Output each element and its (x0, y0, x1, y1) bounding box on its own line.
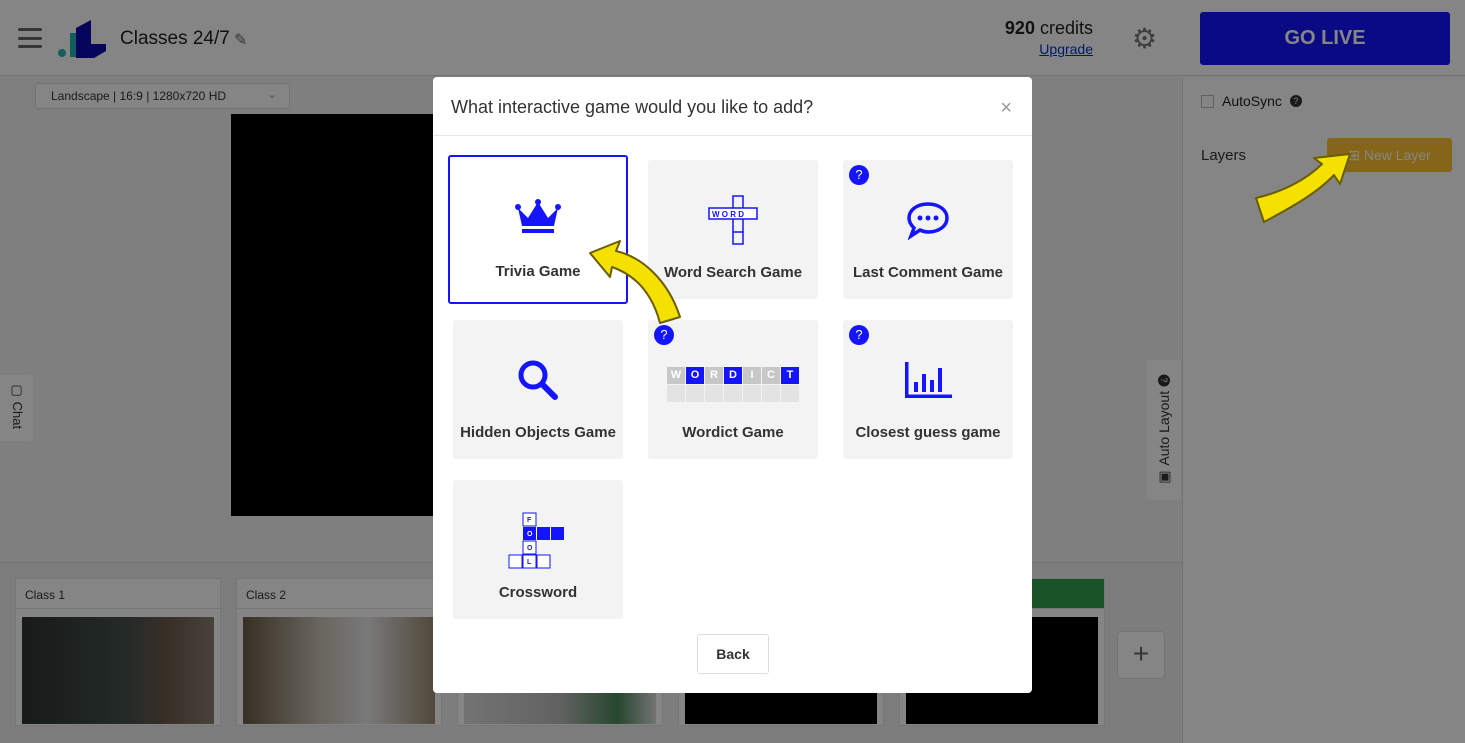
tile: O (527, 545, 533, 552)
annotation-arrow-icon (1255, 153, 1351, 223)
close-icon[interactable]: × (1000, 97, 1012, 120)
game-name: Wordict Game (682, 424, 784, 441)
crossword-icon: FOOL (453, 510, 623, 570)
game-card-closest-guess[interactable]: ? Closest guess game (843, 320, 1013, 459)
help-icon[interactable]: ? (849, 325, 869, 345)
modal-title: What interactive game would you like to … (433, 77, 1032, 136)
tile: F (527, 517, 532, 524)
game-name: Crossword (498, 584, 578, 601)
help-icon[interactable]: ? (849, 165, 869, 185)
tile: I (743, 366, 761, 384)
game-card-hidden-objects[interactable]: Hidden Objects Game (453, 320, 623, 459)
game-card-last-comment[interactable]: ? Last Comment Game (843, 160, 1013, 299)
game-name: Hidden Objects Game (460, 424, 616, 441)
bar-chart-icon (843, 350, 1013, 410)
speech-bubble-icon (843, 190, 1013, 250)
tile: W (667, 366, 685, 384)
add-game-modal: What interactive game would you like to … (433, 77, 1032, 693)
wordict-grid-icon: WORDICT (648, 354, 818, 414)
game-card-crossword[interactable]: FOOL Crossword (453, 480, 623, 619)
tile: C (762, 366, 780, 384)
game-name: Last Comment Game (852, 264, 1004, 281)
tile: T (781, 366, 799, 384)
tile: R (705, 366, 723, 384)
back-button[interactable]: Back (697, 634, 769, 674)
annotation-arrow-icon (589, 240, 681, 324)
tile: D (724, 366, 742, 384)
magnifier-icon (453, 350, 623, 410)
svg-text:W O R D: W O R D (712, 210, 744, 219)
game-name: Closest guess game (855, 424, 1001, 441)
tile: L (527, 559, 532, 566)
tile: O (527, 531, 533, 538)
game-card-wordict[interactable]: ? WORDICT Wordict Game (648, 320, 818, 459)
tile: O (686, 366, 704, 384)
